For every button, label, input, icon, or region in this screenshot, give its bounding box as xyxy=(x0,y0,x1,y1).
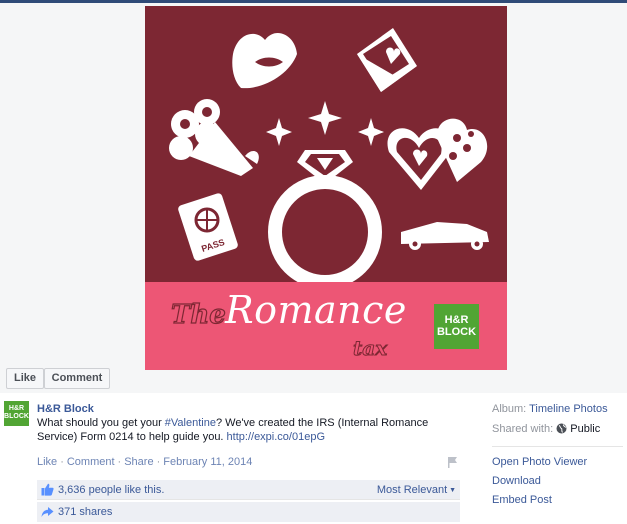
like-link[interactable]: Like xyxy=(37,456,57,468)
logo-line2: BLOCK xyxy=(436,326,477,338)
shares-summary: 371 shares xyxy=(37,502,460,522)
sparkle-icon xyxy=(266,101,384,146)
chocolate-box-icon xyxy=(387,118,488,190)
most-relevant-dropdown[interactable]: Most Relevant ▼ xyxy=(377,484,456,496)
flower-bouquet-icon xyxy=(169,99,259,176)
globe-icon xyxy=(556,423,567,434)
logo-line1: H&R xyxy=(444,314,469,326)
photo-title-banner: The Romance tax H&R BLOCK xyxy=(145,282,507,370)
likes-count[interactable]: 3,636 people like this. xyxy=(58,484,164,496)
passport-icon: PASS xyxy=(178,193,238,261)
diamond-ring-icon xyxy=(268,150,382,282)
valentine-hashtag[interactable]: #Valentine xyxy=(165,417,216,429)
title-the: The xyxy=(170,299,226,330)
download-link[interactable]: Download xyxy=(492,475,541,487)
lips-icon xyxy=(232,32,297,89)
caption-link[interactable]: http://expi.co/01epG xyxy=(227,431,325,443)
privacy-info: Shared with: Public xyxy=(492,423,601,435)
caret-down-icon: ▼ xyxy=(447,487,456,494)
privacy-value[interactable]: Public xyxy=(570,423,600,435)
thumbs-up-icon xyxy=(41,483,54,496)
page-avatar[interactable]: H&R BLOCK xyxy=(4,401,29,426)
title-romance: Romance xyxy=(225,288,407,332)
embed-post-link[interactable]: Embed Post xyxy=(492,494,552,506)
photo-comment-button[interactable]: Comment xyxy=(44,368,110,389)
love-letter-icon xyxy=(357,28,417,92)
valentine-illustration: PASS xyxy=(169,28,489,282)
title-tax: tax xyxy=(352,336,388,361)
convertible-car-icon xyxy=(401,222,489,250)
album-link[interactable]: Timeline Photos xyxy=(529,403,607,415)
open-photo-viewer-link[interactable]: Open Photo Viewer xyxy=(492,456,587,468)
sidebar-divider xyxy=(492,446,623,447)
page-name-link[interactable]: H&R Block xyxy=(37,403,94,415)
photo-like-button[interactable]: Like xyxy=(6,368,44,389)
photo-stage: PASS The Romance tax H&R BLOCK Like Comm… xyxy=(0,0,627,393)
album-info: Album: Timeline Photos xyxy=(492,403,608,415)
post-caption: What should you get your #Valentine? We'… xyxy=(37,417,429,443)
likes-summary: 3,636 people like this. Most Relevant ▼ xyxy=(37,480,460,500)
shares-count[interactable]: 371 shares xyxy=(58,506,112,518)
hr-block-logo: H&R BLOCK xyxy=(434,304,479,349)
flag-icon[interactable] xyxy=(447,456,458,468)
share-arrow-icon xyxy=(41,507,54,517)
comment-link[interactable]: Comment xyxy=(67,456,115,468)
post-date[interactable]: February 11, 2014 xyxy=(163,456,252,468)
post-photo[interactable]: PASS The Romance tax H&R BLOCK xyxy=(145,6,507,370)
post-actions: Like · Comment · Share · February 11, 2014 xyxy=(37,456,253,468)
share-link[interactable]: Share xyxy=(124,456,153,468)
